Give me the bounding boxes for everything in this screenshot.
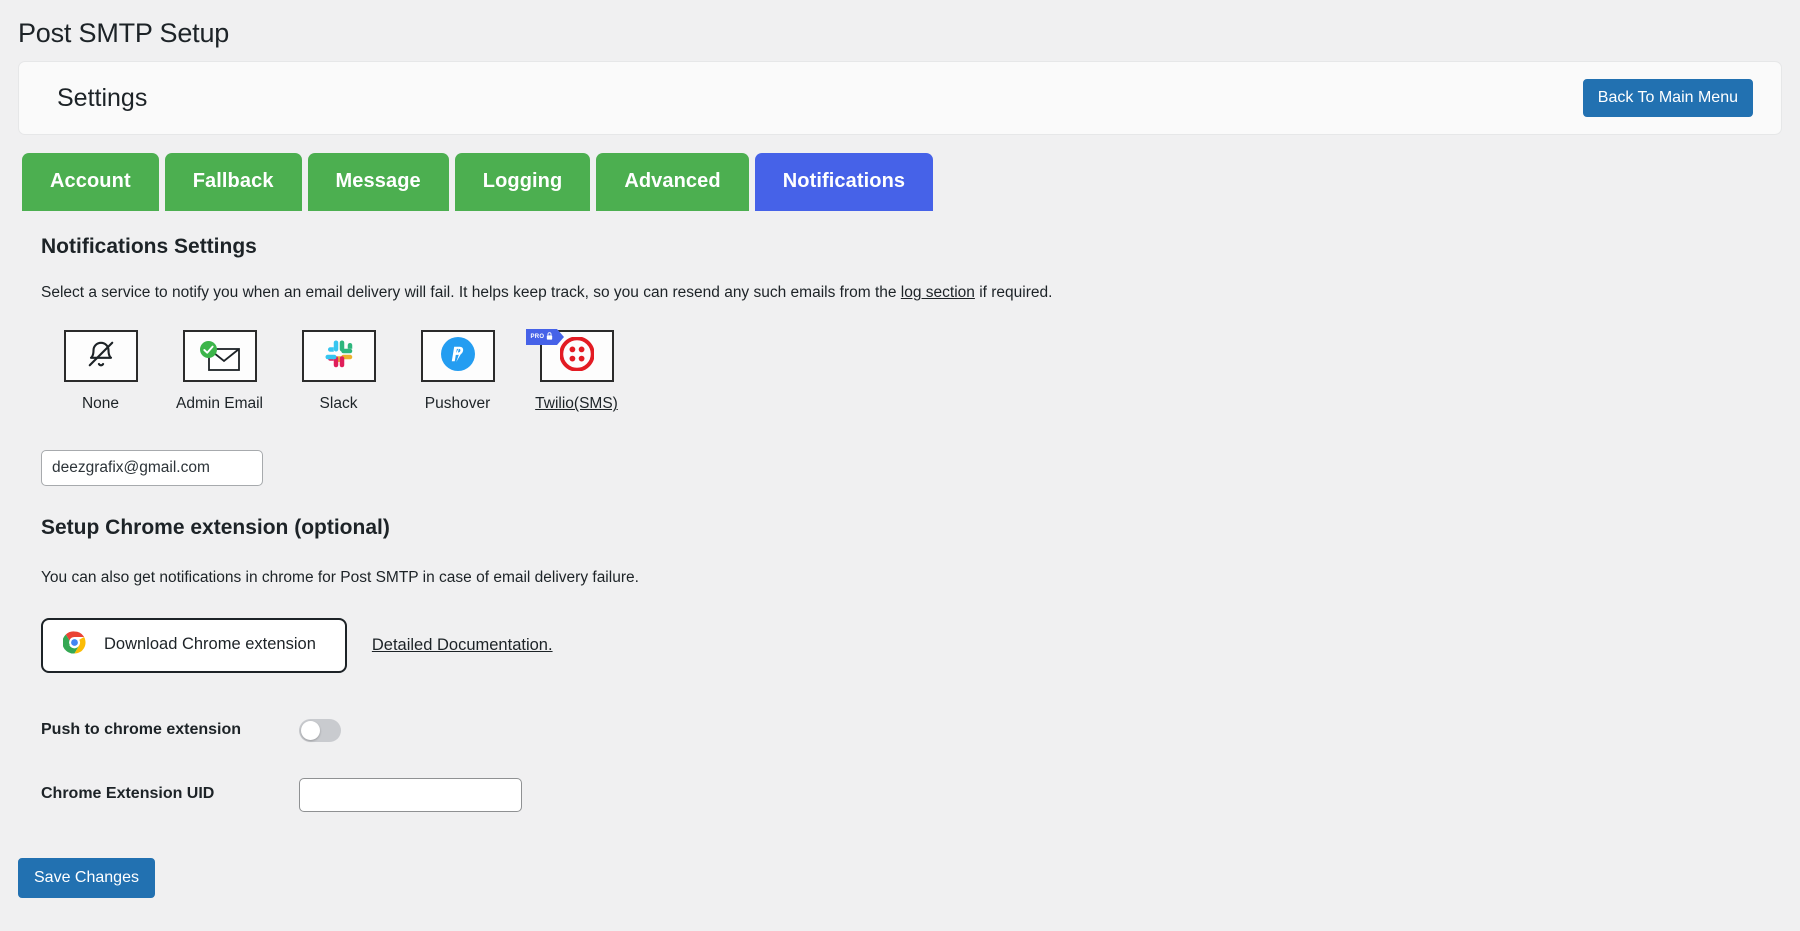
service-option-slack[interactable]: Slack [279,330,398,414]
chrome-extension-uid-input[interactable] [299,778,522,812]
chrome-extension-uid-label: Chrome Extension UID [41,784,299,805]
service-option-twilio-sms[interactable]: PRO [517,330,636,414]
email-check-icon [200,341,240,371]
tab-message[interactable]: Message [308,153,449,211]
notifications-description: Select a service to notify you when an e… [41,281,1800,304]
push-to-chrome-extension-label: Push to chrome extension [41,720,299,741]
service-option-admin-email[interactable]: Admin Email [160,330,279,414]
push-to-chrome-extension-row: Push to chrome extension [41,719,1800,742]
service-label-slack: Slack [320,394,358,414]
description-text-before: Select a service to notify you when an e… [41,284,901,301]
slack-icon [324,339,354,374]
settings-header-card: Settings Back To Main Menu [18,61,1782,135]
service-icon-box-pushover[interactable] [421,330,495,382]
service-label-pushover: Pushover [425,394,490,414]
download-chrome-extension-button[interactable]: Download Chrome extension [41,618,347,673]
tab-fallback[interactable]: Fallback [165,153,302,211]
settings-heading: Settings [57,84,147,113]
notification-service-selector: None Admin Email [41,330,1800,414]
service-label-admin-email: Admin Email [176,394,263,414]
notifications-section-title: Notifications Settings [41,235,1800,259]
tab-logging[interactable]: Logging [455,153,591,211]
service-label-none: None [82,394,119,414]
service-icon-box-none[interactable] [64,330,138,382]
service-option-pushover[interactable]: Pushover [398,330,517,414]
service-option-none[interactable]: None [41,330,160,414]
service-icon-box-admin-email[interactable] [183,330,257,382]
pro-badge: PRO [526,329,565,345]
tab-notifications[interactable]: Notifications [755,153,933,211]
chrome-logo-icon [63,631,86,660]
save-changes-button[interactable]: Save Changes [18,858,155,899]
chrome-extension-section-title: Setup Chrome extension (optional) [41,516,1800,540]
toggle-knob [301,721,320,740]
bell-slash-icon [86,339,116,374]
notifications-panel: Notifications Settings Select a service … [0,211,1800,811]
chrome-download-row: Download Chrome extension Detailed Docum… [41,618,1800,673]
admin-email-input[interactable] [41,450,263,486]
service-icon-box-twilio-sms[interactable]: PRO [540,330,614,382]
tab-account[interactable]: Account [22,153,159,211]
lock-icon [546,332,553,342]
settings-tab-bar: Account Fallback Message Logging Advance… [22,153,1800,211]
pro-badge-label: PRO [531,334,545,340]
twilio-icon [560,337,594,376]
page-title: Post SMTP Setup [0,0,1800,61]
log-section-link[interactable]: log section [901,284,975,301]
pushover-icon [441,337,475,376]
description-text-after: if required. [975,284,1053,301]
service-label-twilio-sms[interactable]: Twilio(SMS) [535,394,618,414]
chrome-extension-description: You can also get notifications in chrome… [41,566,1800,589]
back-to-main-menu-button[interactable]: Back To Main Menu [1583,79,1753,118]
tab-advanced[interactable]: Advanced [596,153,748,211]
detailed-documentation-link[interactable]: Detailed Documentation. [372,636,553,655]
push-to-chrome-extension-toggle[interactable] [299,719,341,742]
download-chrome-extension-label: Download Chrome extension [104,635,316,655]
chrome-extension-uid-row: Chrome Extension UID [41,778,1800,812]
service-icon-box-slack[interactable] [302,330,376,382]
